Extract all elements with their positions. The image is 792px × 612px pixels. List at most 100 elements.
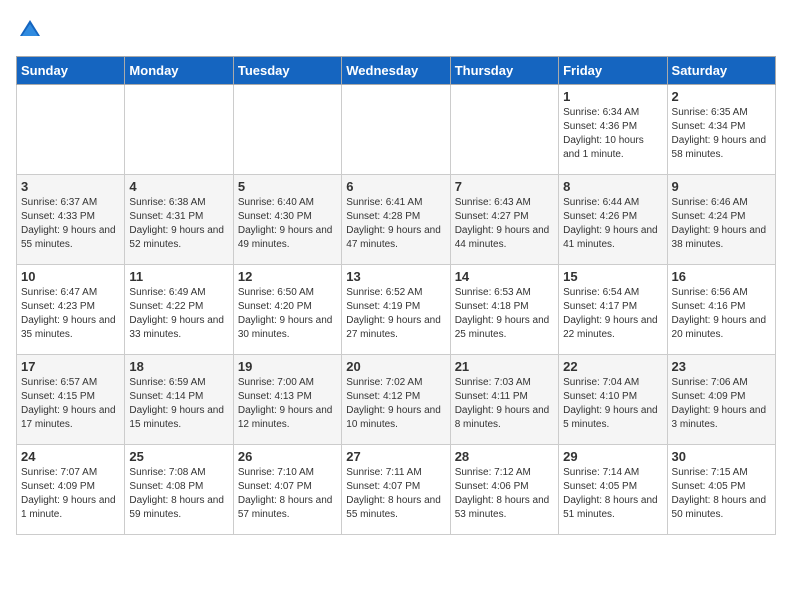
calendar-cell: 6 Sunrise: 6:41 AM Sunset: 4:28 PM Daylig… <box>342 175 450 265</box>
day-info: Sunrise: 7:03 AM Sunset: 4:11 PM Dayligh… <box>455 376 554 432</box>
day-number: 15 <box>563 269 662 284</box>
logo <box>16 16 48 44</box>
day-number: 4 <box>129 179 228 194</box>
day-info: Sunrise: 6:50 AM Sunset: 4:20 PM Dayligh… <box>238 286 337 342</box>
day-info: Sunrise: 7:04 AM Sunset: 4:10 PM Dayligh… <box>563 376 662 432</box>
day-info: Sunrise: 6:41 AM Sunset: 4:28 PM Dayligh… <box>346 196 445 252</box>
day-header-thursday: Thursday <box>450 57 558 85</box>
day-number: 29 <box>563 449 662 464</box>
day-number: 28 <box>455 449 554 464</box>
day-info: Sunrise: 6:54 AM Sunset: 4:17 PM Dayligh… <box>563 286 662 342</box>
calendar-cell: 20 Sunrise: 7:02 AM Sunset: 4:12 PM Dayli… <box>342 355 450 445</box>
day-info: Sunrise: 6:38 AM Sunset: 4:31 PM Dayligh… <box>129 196 228 252</box>
day-number: 20 <box>346 359 445 374</box>
calendar-cell: 14 Sunrise: 6:53 AM Sunset: 4:18 PM Dayli… <box>450 265 558 355</box>
calendar-cell: 24 Sunrise: 7:07 AM Sunset: 4:09 PM Dayli… <box>17 445 125 535</box>
day-header-sunday: Sunday <box>17 57 125 85</box>
calendar-cell <box>233 85 341 175</box>
day-info: Sunrise: 7:11 AM Sunset: 4:07 PM Dayligh… <box>346 466 445 522</box>
calendar-cell: 9 Sunrise: 6:46 AM Sunset: 4:24 PM Daylig… <box>667 175 775 265</box>
calendar-cell <box>342 85 450 175</box>
day-number: 11 <box>129 269 228 284</box>
calendar-cell: 27Sunrise: 7:11 AM Sunset: 4:07 PM Dayli… <box>342 445 450 535</box>
day-number: 25 <box>129 449 228 464</box>
day-header-saturday: Saturday <box>667 57 775 85</box>
calendar-cell: 19 Sunrise: 7:00 AM Sunset: 4:13 PM Dayli… <box>233 355 341 445</box>
day-number: 13 <box>346 269 445 284</box>
calendar-cell: 18 Sunrise: 6:59 AM Sunset: 4:14 PM Dayli… <box>125 355 233 445</box>
day-number: 5 <box>238 179 337 194</box>
day-number: 24 <box>21 449 120 464</box>
day-number: 19 <box>238 359 337 374</box>
day-number: 2 <box>672 89 771 104</box>
day-number: 7 <box>455 179 554 194</box>
calendar-cell: 3 Sunrise: 6:37 AM Sunset: 4:33 PM Daylig… <box>17 175 125 265</box>
day-header-wednesday: Wednesday <box>342 57 450 85</box>
day-header-tuesday: Tuesday <box>233 57 341 85</box>
day-number: 17 <box>21 359 120 374</box>
calendar-cell: 30Sunrise: 7:15 AM Sunset: 4:05 PM Dayli… <box>667 445 775 535</box>
day-number: 6 <box>346 179 445 194</box>
day-number: 23 <box>672 359 771 374</box>
calendar-cell: 17Sunrise: 6:57 AM Sunset: 4:15 PM Dayli… <box>17 355 125 445</box>
day-number: 12 <box>238 269 337 284</box>
day-header-friday: Friday <box>559 57 667 85</box>
day-info: Sunrise: 6:59 AM Sunset: 4:14 PM Dayligh… <box>129 376 228 432</box>
calendar-cell <box>450 85 558 175</box>
calendar-header-row: SundayMondayTuesdayWednesdayThursdayFrid… <box>17 57 776 85</box>
day-info: Sunrise: 7:12 AM Sunset: 4:06 PM Dayligh… <box>455 466 554 522</box>
day-info: Sunrise: 7:14 AM Sunset: 4:05 PM Dayligh… <box>563 466 662 522</box>
calendar-cell: 25Sunrise: 7:08 AM Sunset: 4:08 PM Dayli… <box>125 445 233 535</box>
day-info: Sunrise: 6:46 AM Sunset: 4:24 PM Dayligh… <box>672 196 771 252</box>
day-number: 16 <box>672 269 771 284</box>
day-info: Sunrise: 6:47 AM Sunset: 4:23 PM Dayligh… <box>21 286 120 342</box>
calendar-cell: 22 Sunrise: 7:04 AM Sunset: 4:10 PM Dayli… <box>559 355 667 445</box>
day-header-monday: Monday <box>125 57 233 85</box>
calendar-cell: 26 Sunrise: 7:10 AM Sunset: 4:07 PM Dayli… <box>233 445 341 535</box>
calendar-cell <box>17 85 125 175</box>
logo-icon <box>16 16 44 44</box>
calendar-cell: 12 Sunrise: 6:50 AM Sunset: 4:20 PM Dayli… <box>233 265 341 355</box>
header <box>16 16 776 44</box>
day-info: Sunrise: 6:49 AM Sunset: 4:22 PM Dayligh… <box>129 286 228 342</box>
calendar-cell: 1Sunrise: 6:34 AM Sunset: 4:36 PM Daylig… <box>559 85 667 175</box>
day-number: 14 <box>455 269 554 284</box>
day-info: Sunrise: 6:53 AM Sunset: 4:18 PM Dayligh… <box>455 286 554 342</box>
day-info: Sunrise: 7:10 AM Sunset: 4:07 PM Dayligh… <box>238 466 337 522</box>
day-number: 3 <box>21 179 120 194</box>
calendar-cell: 23 Sunrise: 7:06 AM Sunset: 4:09 PM Dayli… <box>667 355 775 445</box>
calendar-cell: 13 Sunrise: 6:52 AM Sunset: 4:19 PM Dayli… <box>342 265 450 355</box>
day-info: Sunrise: 6:37 AM Sunset: 4:33 PM Dayligh… <box>21 196 120 252</box>
calendar-cell: 21 Sunrise: 7:03 AM Sunset: 4:11 PM Dayli… <box>450 355 558 445</box>
calendar-cell: 29 Sunrise: 7:14 AM Sunset: 4:05 PM Dayli… <box>559 445 667 535</box>
calendar-cell: 2 Sunrise: 6:35 AM Sunset: 4:34 PM Daylig… <box>667 85 775 175</box>
calendar-week-row: 17Sunrise: 6:57 AM Sunset: 4:15 PM Dayli… <box>17 355 776 445</box>
day-info: Sunrise: 6:56 AM Sunset: 4:16 PM Dayligh… <box>672 286 771 342</box>
day-info: Sunrise: 7:00 AM Sunset: 4:13 PM Dayligh… <box>238 376 337 432</box>
calendar-cell: 7 Sunrise: 6:43 AM Sunset: 4:27 PM Daylig… <box>450 175 558 265</box>
day-info: Sunrise: 6:44 AM Sunset: 4:26 PM Dayligh… <box>563 196 662 252</box>
calendar-table: SundayMondayTuesdayWednesdayThursdayFrid… <box>16 56 776 535</box>
day-info: Sunrise: 6:43 AM Sunset: 4:27 PM Dayligh… <box>455 196 554 252</box>
calendar-week-row: 3 Sunrise: 6:37 AM Sunset: 4:33 PM Daylig… <box>17 175 776 265</box>
day-info: Sunrise: 7:15 AM Sunset: 4:05 PM Dayligh… <box>672 466 771 522</box>
day-info: Sunrise: 7:06 AM Sunset: 4:09 PM Dayligh… <box>672 376 771 432</box>
calendar-cell: 28 Sunrise: 7:12 AM Sunset: 4:06 PM Dayli… <box>450 445 558 535</box>
calendar-cell: 8Sunrise: 6:44 AM Sunset: 4:26 PM Daylig… <box>559 175 667 265</box>
calendar-cell <box>125 85 233 175</box>
calendar-week-row: 24 Sunrise: 7:07 AM Sunset: 4:09 PM Dayli… <box>17 445 776 535</box>
calendar-cell: 15 Sunrise: 6:54 AM Sunset: 4:17 PM Dayli… <box>559 265 667 355</box>
day-info: Sunrise: 7:07 AM Sunset: 4:09 PM Dayligh… <box>21 466 120 522</box>
calendar-cell: 5Sunrise: 6:40 AM Sunset: 4:30 PM Daylig… <box>233 175 341 265</box>
day-number: 26 <box>238 449 337 464</box>
day-number: 10 <box>21 269 120 284</box>
day-number: 22 <box>563 359 662 374</box>
day-info: Sunrise: 6:34 AM Sunset: 4:36 PM Dayligh… <box>563 106 662 162</box>
day-info: Sunrise: 6:35 AM Sunset: 4:34 PM Dayligh… <box>672 106 771 162</box>
day-number: 18 <box>129 359 228 374</box>
day-info: Sunrise: 7:02 AM Sunset: 4:12 PM Dayligh… <box>346 376 445 432</box>
day-number: 21 <box>455 359 554 374</box>
day-info: Sunrise: 6:52 AM Sunset: 4:19 PM Dayligh… <box>346 286 445 342</box>
calendar-cell: 4 Sunrise: 6:38 AM Sunset: 4:31 PM Daylig… <box>125 175 233 265</box>
day-number: 9 <box>672 179 771 194</box>
